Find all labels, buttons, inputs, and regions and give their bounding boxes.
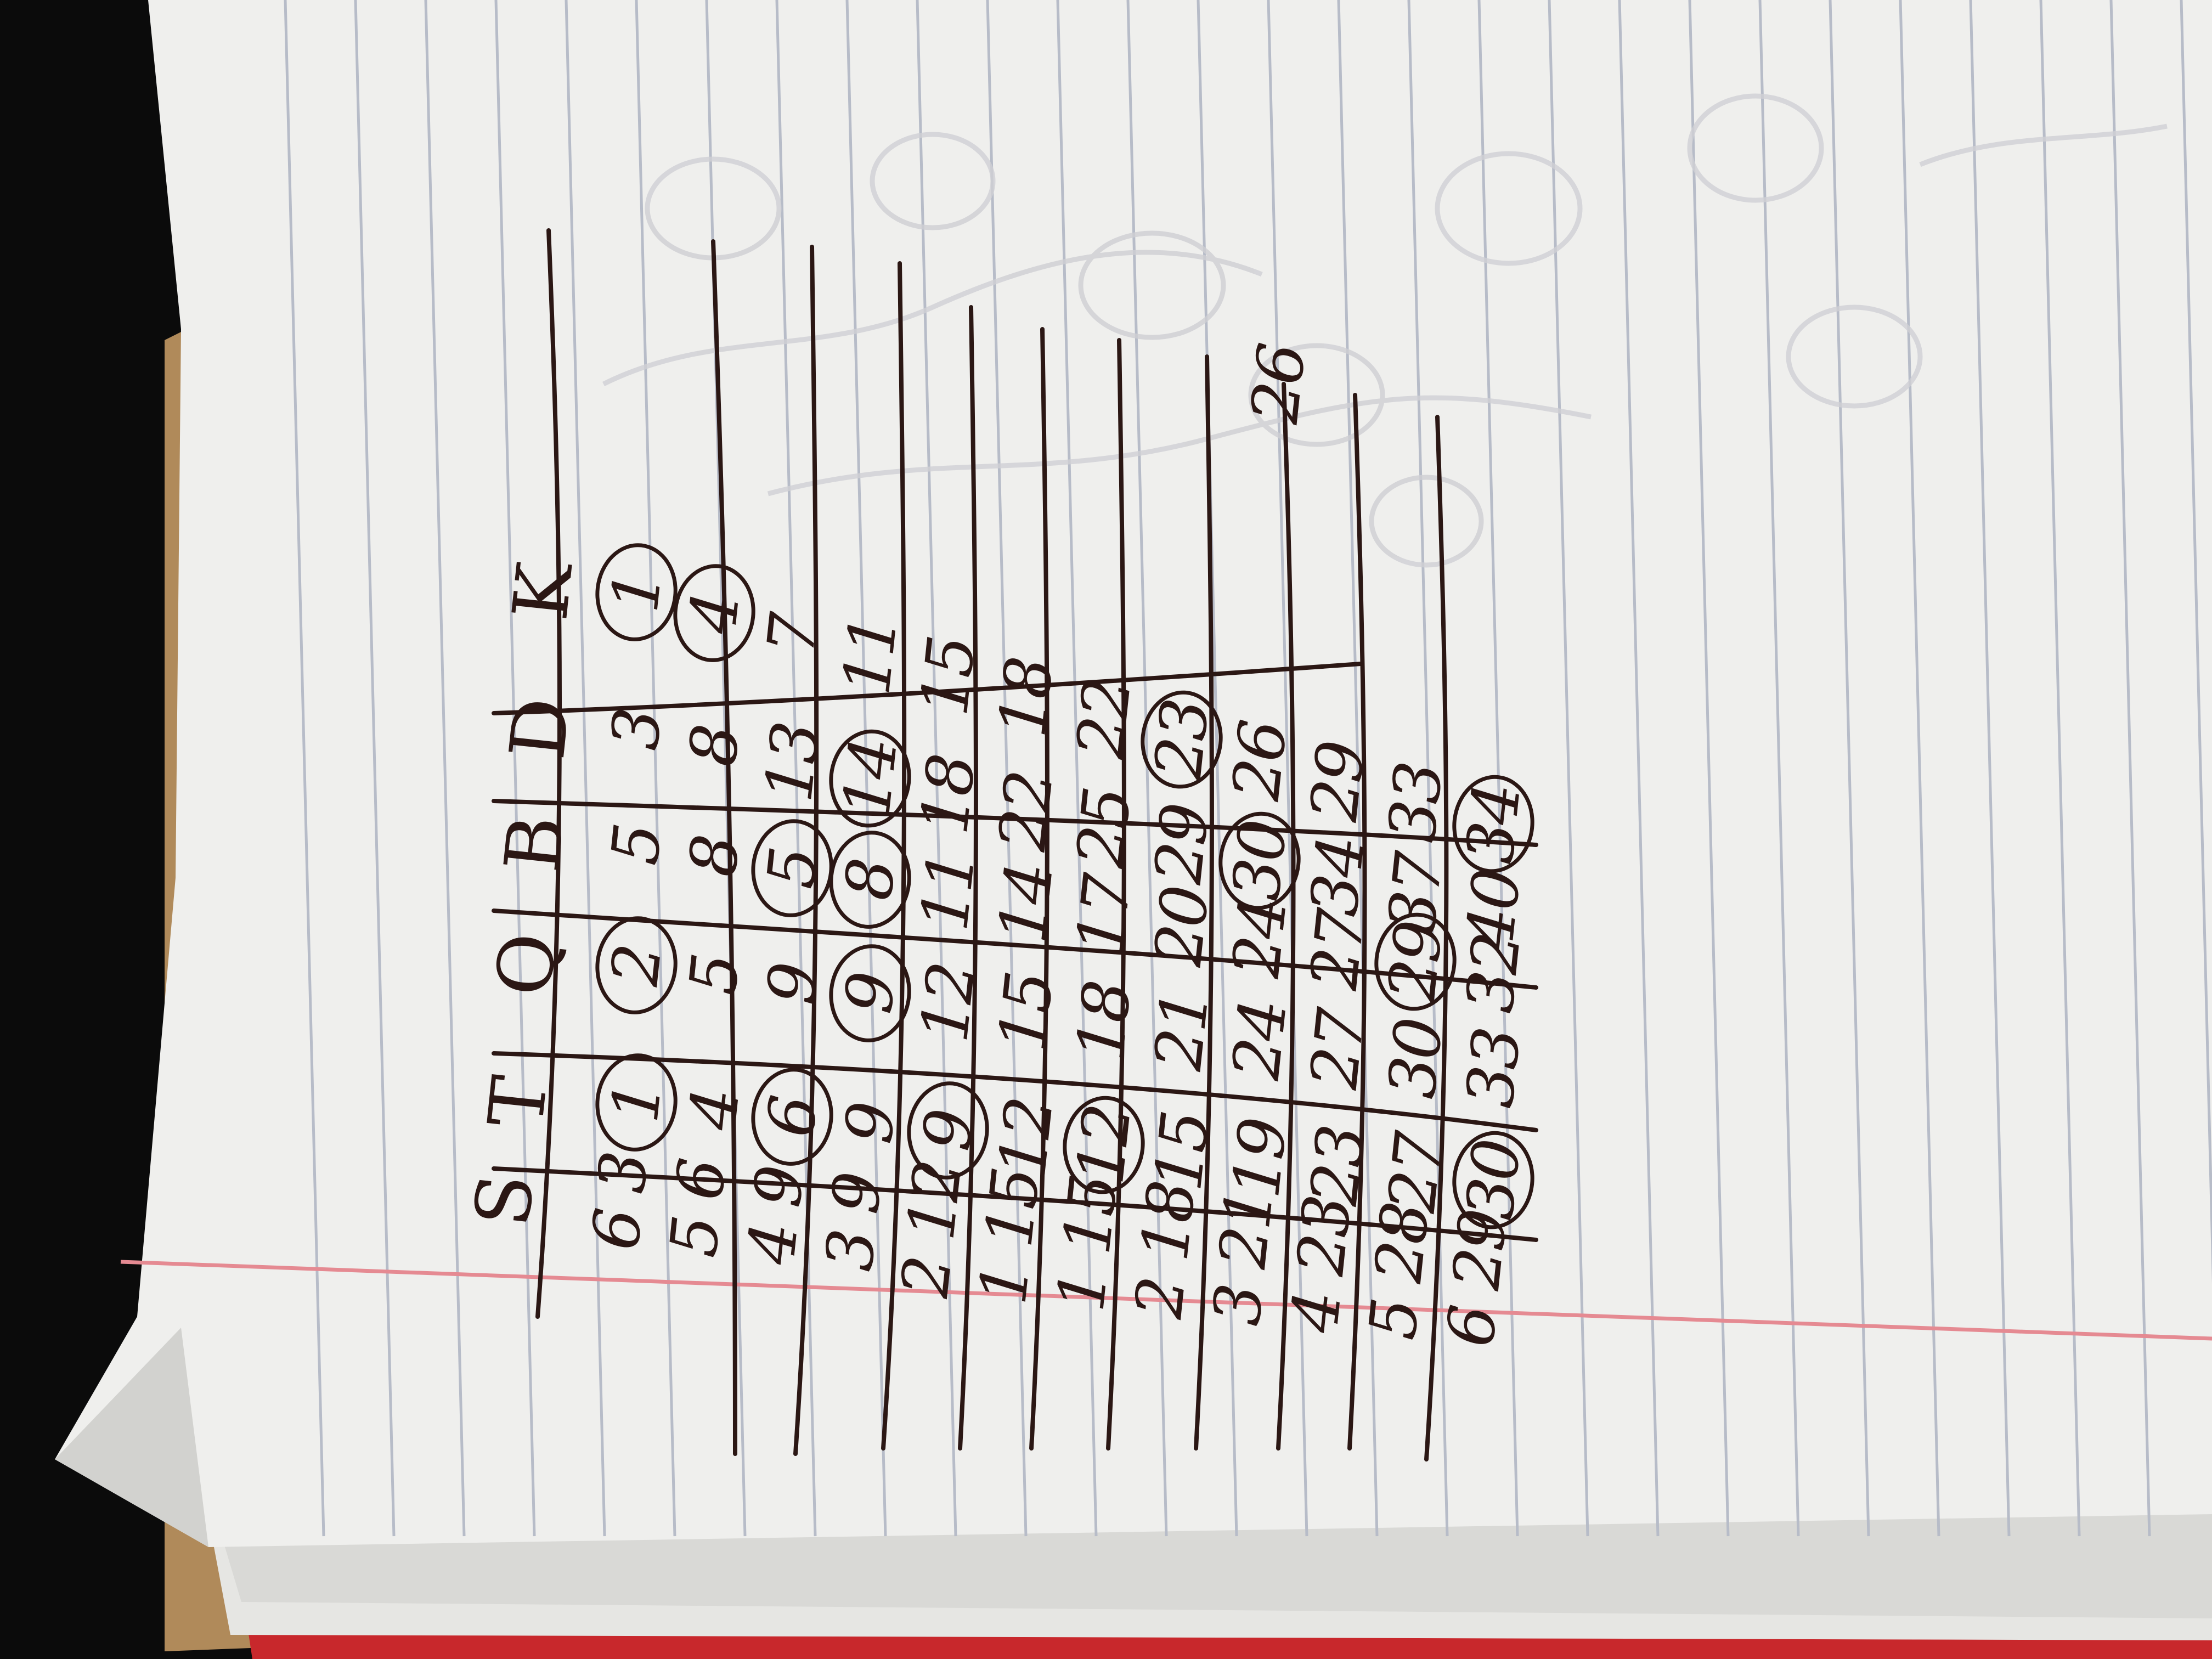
table-cell-text: 27 <box>1373 1130 1458 1216</box>
table-cell-text: 4 9 <box>733 1163 819 1268</box>
header-s-text: S <box>458 1172 551 1231</box>
table-cell-text: 25 <box>1062 785 1146 871</box>
table-cell-text: 6 3 <box>577 1149 663 1254</box>
table-cell-text: 8 <box>674 723 754 770</box>
table-cell-text: 7 <box>752 611 832 658</box>
table-cell-text: 24 <box>1217 997 1302 1084</box>
header-b-text: B <box>488 814 582 876</box>
table-cell-text: 15 <box>906 634 990 720</box>
table-cell-text: 30 <box>1451 1137 1536 1223</box>
header-k-text: K <box>496 561 590 624</box>
table-cell-text: 5 28 <box>1354 1200 1444 1343</box>
table-cell-text: 27 <box>1295 907 1380 993</box>
table-cell-text: 29 <box>1139 801 1224 887</box>
table-cell-text: 5 <box>674 951 754 998</box>
table-cell-text: 13 <box>750 719 834 805</box>
table-cell-text: 12 <box>984 1094 1068 1181</box>
table-cell-text: 4 <box>674 1086 754 1133</box>
table-cell-text: 5 <box>596 821 676 868</box>
table-cell-text: 6 29 <box>1432 1207 1522 1350</box>
table-cell-text: 3 21 <box>1198 1186 1288 1329</box>
table-cell-text: 4 23 <box>1276 1193 1366 1336</box>
table-cell-text: 9 <box>830 1100 910 1147</box>
table-cell-text: 30 <box>1373 1016 1458 1102</box>
table-cell-text: 1 15 <box>964 1165 1054 1308</box>
table-cell-text: 22 <box>1062 676 1146 761</box>
table-cell-text: 15 <box>984 969 1068 1056</box>
table-cell-text: 20 <box>1139 884 1224 969</box>
table-cell-text: 29 <box>1295 739 1380 825</box>
table-cell-text: 9 <box>908 1107 988 1154</box>
table-cell-text: 1 15 <box>1042 1172 1132 1315</box>
table-cell-text: 2 <box>596 942 676 989</box>
table-cell-text: 17 <box>1062 872 1146 958</box>
table-cell-text: 33 <box>1451 1025 1536 1111</box>
table-cell-text: 18 <box>984 654 1068 741</box>
table-cell-text: 34 <box>1295 834 1380 920</box>
header-q-text: Q <box>479 931 574 1000</box>
table-cell-text: 18 <box>1062 979 1146 1065</box>
table-cell-text: 3 9 <box>811 1170 896 1274</box>
table-cell-text: 12 <box>906 960 990 1046</box>
table-cell-text: 11 <box>828 613 912 698</box>
table-cell-text: 37 <box>1373 850 1458 936</box>
table-cell-text: 15 <box>1139 1109 1224 1195</box>
table-cell-text: 11 <box>906 849 990 935</box>
table-cell-text: 5 <box>752 845 832 892</box>
table-cell-text: 9 <box>752 961 832 1008</box>
table-cell-text: 8 <box>674 833 754 880</box>
table-cell-text: 14 <box>984 860 1068 946</box>
table-cell-text: 6 <box>752 1093 832 1141</box>
table-cell-text: 26 <box>1217 718 1302 804</box>
table-cell-text: 2 12 <box>887 1158 977 1301</box>
table-cell-text: 9 <box>830 970 910 1017</box>
table-cell-text: 1 <box>596 569 676 616</box>
table-cell-text: 22 <box>984 769 1068 854</box>
table-cell-text: 23 <box>1139 697 1224 783</box>
table-cell-text: 5 6 <box>655 1156 741 1261</box>
header-d-text: D <box>493 696 588 764</box>
table-cell-text: 12 <box>1062 1102 1146 1188</box>
table-cell-text: 27 <box>1295 1007 1380 1093</box>
table-cell-text: 23 <box>1295 1123 1380 1209</box>
table-cell-text: 3 <box>596 706 676 753</box>
table-cell-text: 2 18 <box>1120 1179 1210 1322</box>
table-cell-text: 33 <box>1373 760 1458 846</box>
table-cell-text: 30 <box>1217 817 1302 904</box>
table-cell-text: 1 <box>596 1079 676 1126</box>
table-cell-text: 14 <box>828 736 912 822</box>
table-cell-text: 4 <box>674 590 754 637</box>
table-cell-text: 40 <box>1451 867 1536 952</box>
header-t-text: T <box>471 1074 565 1132</box>
table-cell-text: 19 <box>1217 1116 1302 1202</box>
handwritten-table: S T Q B D K 6 3125315 6458844 9 6 9 5 13 7 3 9… <box>0 0 2212 1659</box>
table-cell-text: 34 <box>1451 781 1536 867</box>
side-note-text: 26 <box>1236 341 1321 427</box>
table-cell-text: 18 <box>906 752 990 838</box>
table-cell-text: 21 <box>1139 988 1224 1074</box>
table-cell-text: 8 <box>830 856 910 904</box>
